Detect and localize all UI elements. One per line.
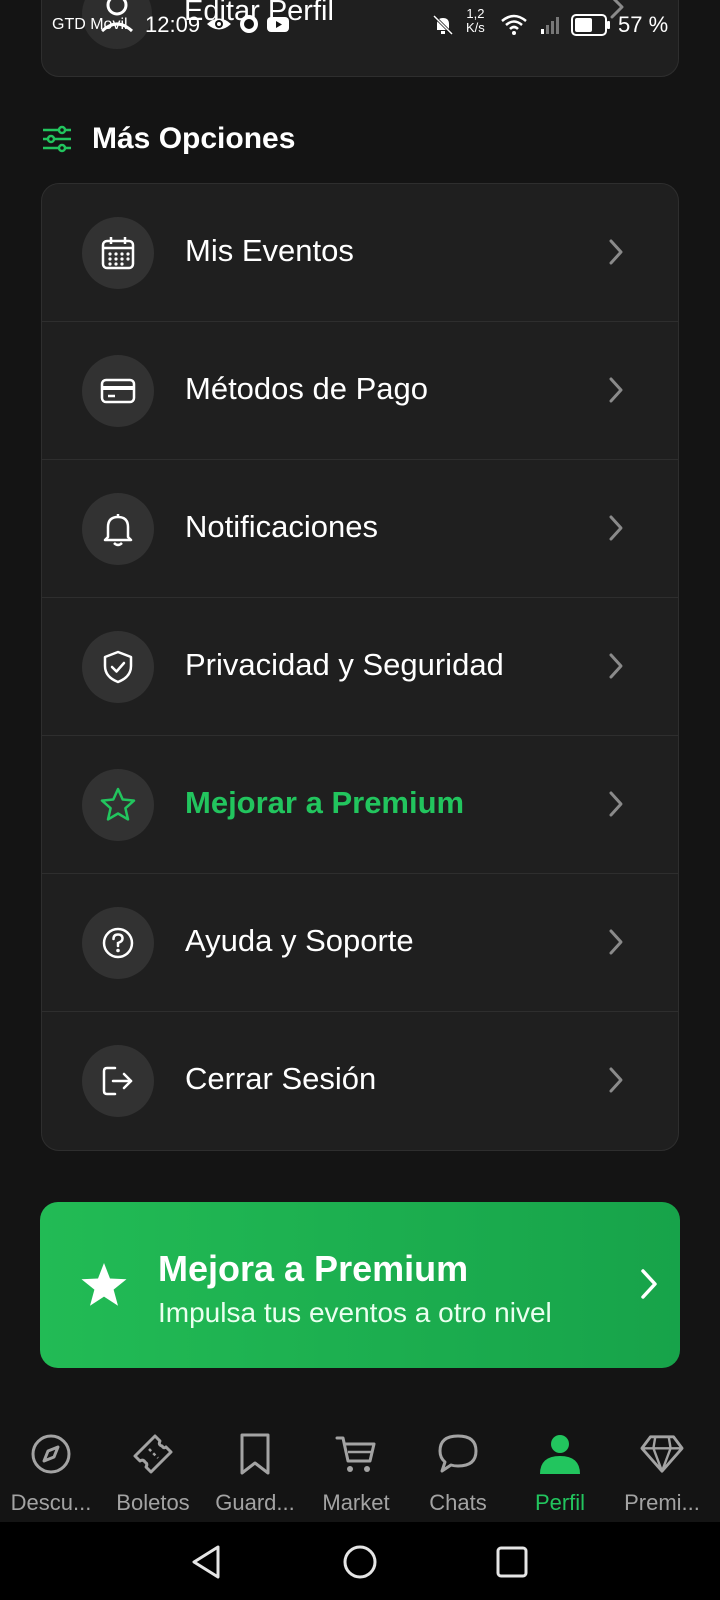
bell-icon (82, 493, 154, 565)
diamond-icon (640, 1432, 684, 1476)
nav-label: Market (322, 1490, 390, 1515)
home-icon[interactable] (338, 1540, 382, 1584)
option-mejorar-premium[interactable]: Mejorar a Premium (42, 736, 678, 874)
nav-market[interactable]: Market (305, 1412, 407, 1522)
logout-icon (82, 1045, 154, 1117)
recents-icon[interactable] (490, 1540, 534, 1584)
status-bar: GTD Movil 12:09 1,2 K/s 57 % (0, 0, 720, 50)
help-circle-icon (82, 907, 154, 979)
option-label: Cerrar Sesión (185, 1061, 377, 1096)
clock: 12:09 (145, 12, 201, 37)
nav-perfil[interactable]: Perfil (509, 1412, 611, 1522)
eye-icon (207, 18, 231, 30)
nav-label: Chats (429, 1490, 487, 1515)
banner-subtitle: Impulsa tus eventos a otro nivel (158, 1297, 552, 1328)
youtube-icon (267, 17, 289, 32)
nav-premium[interactable]: Premi... (611, 1412, 713, 1522)
battery-percent: 57 % (618, 12, 669, 37)
option-privacidad[interactable]: Privacidad y Seguridad (42, 598, 678, 736)
premium-banner[interactable]: Mejora a Premium Impulsa tus eventos a o… (40, 1202, 680, 1368)
bookmark-icon (233, 1432, 277, 1476)
nav-label: Descu... (10, 1490, 92, 1515)
back-icon[interactable] (184, 1540, 228, 1584)
chevron-right-icon (606, 512, 626, 549)
shield-check-icon (82, 631, 154, 703)
chevron-right-icon (606, 788, 626, 825)
option-label: Ayuda y Soporte (185, 923, 414, 958)
system-nav-bar (0, 1522, 720, 1600)
network-speed: 1,2 K/s (466, 6, 485, 35)
credit-card-icon (82, 355, 154, 427)
ticket-icon (131, 1432, 175, 1476)
chat-bubble-icon (436, 1432, 480, 1476)
chevron-right-icon (606, 926, 626, 963)
mute-bell-icon (432, 14, 454, 36)
option-label: Mis Eventos (185, 233, 354, 268)
section-header: Más Opciones (42, 118, 295, 160)
nav-label: Boletos (116, 1490, 190, 1515)
options-list: Mis Eventos Métodos de Pago Notificacion… (41, 183, 679, 1151)
sliders-icon (43, 125, 71, 153)
calendar-icon (82, 217, 154, 289)
chevron-right-icon (606, 236, 626, 273)
chevron-right-icon (606, 1064, 626, 1101)
option-ayuda-soporte[interactable]: Ayuda y Soporte (42, 874, 678, 1012)
option-cerrar-sesion[interactable]: Cerrar Sesión (42, 1012, 678, 1150)
nav-label: Guard... (215, 1490, 295, 1515)
whatsapp-icon (240, 15, 258, 33)
wifi-icon (501, 14, 527, 35)
cart-icon (334, 1432, 378, 1476)
chevron-right-icon (638, 1266, 660, 1307)
notification-icons (206, 13, 290, 35)
nav-descubrir[interactable]: Descu... (0, 1412, 102, 1522)
chevron-right-icon (606, 374, 626, 411)
person-icon (538, 1432, 582, 1476)
nav-label: Premi... (624, 1490, 700, 1515)
chevron-right-icon (606, 650, 626, 687)
carrier-name: GTD Movil (52, 16, 128, 33)
nav-guardados[interactable]: Guard... (204, 1412, 306, 1522)
compass-icon (29, 1432, 73, 1476)
section-title: Más Opciones (92, 122, 296, 155)
option-label: Mejorar a Premium (185, 785, 465, 820)
nav-chats[interactable]: Chats (407, 1412, 509, 1522)
option-mis-eventos[interactable]: Mis Eventos (42, 184, 678, 322)
option-label: Métodos de Pago (185, 371, 429, 406)
star-icon (82, 769, 154, 841)
signal-icon (541, 17, 559, 34)
option-label: Notificaciones (185, 509, 378, 544)
option-notificaciones[interactable]: Notificaciones (42, 460, 678, 598)
banner-title: Mejora a Premium (158, 1248, 469, 1289)
star-icon (80, 1262, 128, 1313)
bottom-nav: Descu... Boletos Guard... Market Chats P… (0, 1412, 720, 1522)
nav-label: Perfil (534, 1490, 586, 1515)
option-metodos-pago[interactable]: Métodos de Pago (42, 322, 678, 460)
nav-boletos[interactable]: Boletos (102, 1412, 204, 1522)
option-label: Privacidad y Seguridad (185, 647, 504, 682)
battery-icon (571, 14, 610, 36)
